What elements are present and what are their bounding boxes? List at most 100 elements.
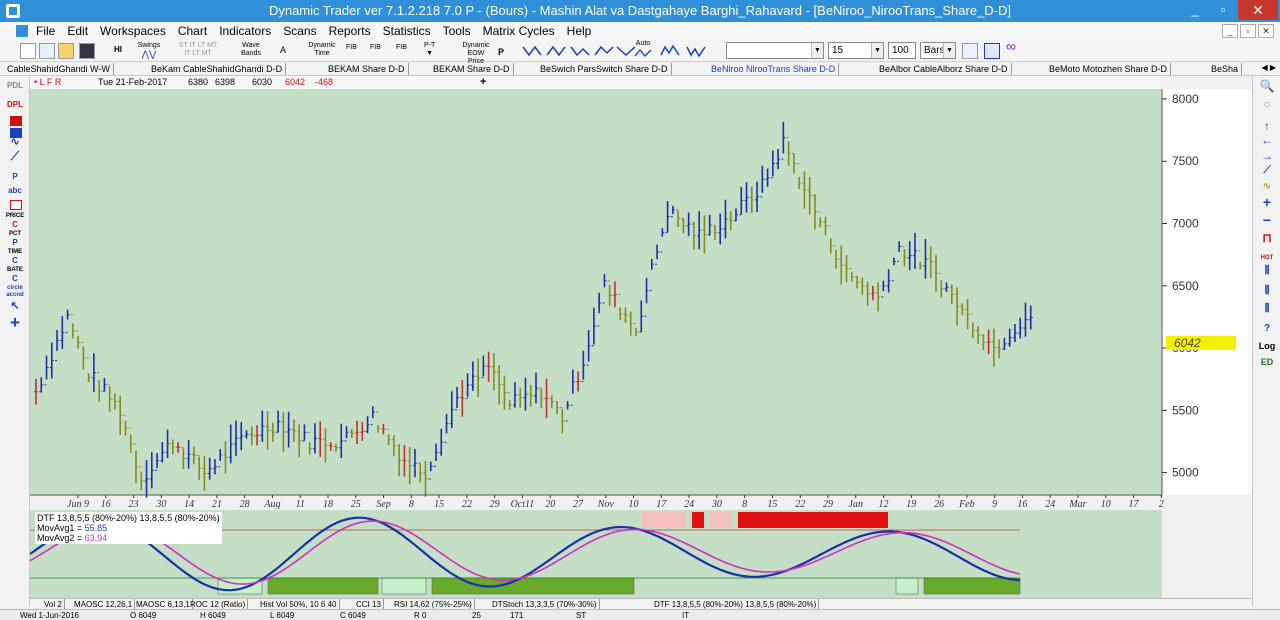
- menu-item-matrix-cycles[interactable]: Matrix Cycles: [483, 24, 555, 38]
- mdi-restore-button[interactable]: ▫: [1240, 24, 1256, 38]
- ed-tool[interactable]: ED: [1253, 358, 1280, 367]
- price-chart[interactable]: 50005500600065007000750080006042Jun 9162…: [30, 89, 1252, 509]
- dynamic-time-button[interactable]: Dynamic Time: [306, 42, 338, 60]
- red-marker-icon[interactable]: [10, 116, 22, 126]
- p-t-button[interactable]: P-T ▼: [424, 42, 435, 60]
- price-c-tool[interactable]: C: [0, 220, 30, 229]
- wave-bands-button[interactable]: Wave Bands: [236, 42, 266, 60]
- folder-icon[interactable]: [58, 43, 74, 59]
- menu-item-chart[interactable]: Chart: [178, 24, 207, 38]
- symbol-tab[interactable]: BeSwich ParsSwitch Share D-D: [537, 63, 672, 75]
- p-tool[interactable]: P: [0, 172, 30, 181]
- auto-button[interactable]: Auto: [634, 40, 652, 58]
- wave-icon[interactable]: ∿: [1253, 182, 1280, 192]
- mdi-minimize-button[interactable]: _: [1222, 24, 1238, 38]
- open-chart-icon[interactable]: [39, 43, 55, 59]
- mdi-close-button[interactable]: ✕: [1258, 24, 1274, 38]
- chart-type-combo[interactable]: Bars ▼: [920, 42, 956, 59]
- symbol-tab[interactable]: BeAlbor CableAlborz Share D-D: [876, 63, 1012, 75]
- bars-icon[interactable]: ⫼: [1253, 266, 1280, 276]
- arrow-left-icon[interactable]: ←: [1253, 134, 1280, 146]
- dpl-tool[interactable]: DPL: [0, 100, 30, 109]
- zigzag-tool-icon-1[interactable]: [522, 43, 542, 59]
- indicator-tab[interactable]: DTF 13,8,5,5 (80%-20%) 13,8,5,5 (80%-20%…: [652, 599, 820, 609]
- fib-time-button-3[interactable]: FIB: [396, 44, 407, 62]
- symbol-tab[interactable]: BeKam CableShahidGhandi D-D: [148, 63, 287, 75]
- save-icon[interactable]: [79, 43, 95, 59]
- crosshair-tool[interactable]: +: [0, 314, 30, 331]
- wave-tool-icon[interactable]: ∿: [0, 137, 30, 148]
- plus-icon[interactable]: +: [1253, 195, 1280, 209]
- menu-item-workspaces[interactable]: Workspaces: [100, 24, 166, 38]
- bate-c-tool[interactable]: C: [0, 274, 30, 283]
- zigzag-draw-icon[interactable]: ⟋: [0, 150, 30, 162]
- restore-button[interactable]: ▫: [1210, 0, 1236, 20]
- trend-icon[interactable]: ⟋: [1253, 166, 1280, 176]
- help-tool[interactable]: ?: [1253, 324, 1280, 334]
- swings-levels[interactable]: ST IT LT MT IT LT MT: [170, 42, 226, 60]
- zigzag-tool-icon-3[interactable]: [570, 43, 590, 59]
- indicator-tab[interactable]: CCI 13: [354, 599, 384, 609]
- symbol-tab[interactable]: BeMoto Motozhen Share D-D: [1046, 63, 1172, 75]
- symbol-tab[interactable]: BEKAM Share D-D: [325, 63, 409, 75]
- symbol-tab[interactable]: BeSha: [1208, 63, 1243, 75]
- zigzag-tool-icon-2[interactable]: [546, 43, 566, 59]
- log-scale-toggle[interactable]: Log: [1253, 342, 1280, 351]
- zoom-out-icon[interactable]: ○: [1253, 98, 1280, 110]
- symbol-tab[interactable]: BeNiroo NirooTrans Share D-D: [708, 63, 840, 75]
- zigzag-tool-icon-5[interactable]: [616, 43, 636, 59]
- menu-item-reports[interactable]: Reports: [329, 24, 371, 38]
- hot-tool[interactable]: HOT: [1253, 254, 1280, 263]
- layout-icon[interactable]: [962, 43, 978, 59]
- pdl-tool[interactable]: PDL: [0, 81, 30, 90]
- fib-time-button-2[interactable]: FIB: [370, 44, 381, 62]
- tab-scroll-arrows-icon[interactable]: ◀ ▶: [1261, 63, 1276, 72]
- dynamic-price-button[interactable]: Dynamic EOW Price: [456, 42, 496, 65]
- menu-item-statistics[interactable]: Statistics: [383, 24, 431, 38]
- zoom-in-icon[interactable]: 🔍: [1253, 80, 1280, 92]
- zoom-field[interactable]: 100: [888, 42, 916, 59]
- menu-item-edit[interactable]: Edit: [67, 24, 88, 38]
- menu-item-help[interactable]: Help: [567, 24, 592, 38]
- indicator-tab[interactable]: ROC 12 (Ratio): [188, 599, 249, 609]
- new-chart-icon[interactable]: [20, 43, 36, 59]
- wave-tool-icon-1[interactable]: [660, 43, 680, 59]
- zigzag-tool-icon-4[interactable]: [594, 43, 614, 59]
- time-c-tool[interactable]: C: [0, 256, 30, 265]
- minimize-button[interactable]: _: [1182, 0, 1208, 20]
- indicator-tab[interactable]: RSI 14,62 (75%-25%): [392, 599, 475, 609]
- bars-icon-3[interactable]: ⫼: [1253, 304, 1280, 314]
- menu-item-scans[interactable]: Scans: [283, 24, 316, 38]
- hi-button[interactable]: HI: [114, 46, 122, 64]
- symbol-tab[interactable]: CableShahidGhandi W-W: [4, 63, 114, 75]
- menu-item-file[interactable]: File: [36, 24, 55, 38]
- menu-item-indicators[interactable]: Indicators: [219, 24, 271, 38]
- abc-tool[interactable]: abc: [0, 186, 30, 195]
- a-button[interactable]: A: [280, 46, 286, 64]
- link-icon[interactable]: ∞: [1006, 39, 1016, 60]
- minus-icon[interactable]: −: [1253, 213, 1280, 227]
- indicator-tab[interactable]: Vol 2: [42, 599, 65, 609]
- arrow-up-icon[interactable]: ↑: [1253, 120, 1280, 132]
- symbol-tab[interactable]: BEKAM Share D-D: [430, 63, 514, 75]
- indicator-panel[interactable]: DTF 13,8,5,5 (80%-20%) 13,8,5,5 (80%-20%…: [30, 510, 1162, 598]
- indicator-tab[interactable]: DTStoch 13,3,3,5 (70%-30%): [490, 599, 600, 609]
- window-icon[interactable]: [984, 43, 1000, 59]
- cursor-icon[interactable]: ↖: [0, 301, 30, 312]
- magnet-icon[interactable]: ⊓: [1253, 232, 1280, 244]
- bars-icon-2[interactable]: ⫼: [1253, 286, 1280, 296]
- rectangle-tool-icon[interactable]: [10, 200, 22, 210]
- accnd-tool-label[interactable]: accnd: [0, 291, 30, 300]
- bars-count-combo[interactable]: 15 ▼: [828, 42, 884, 59]
- close-button[interactable]: ✕: [1238, 0, 1278, 20]
- menu-item-tools[interactable]: Tools: [443, 24, 471, 38]
- arrow-right-icon[interactable]: →: [1253, 150, 1280, 162]
- pct-p-tool[interactable]: P: [0, 238, 30, 247]
- symbol-combo[interactable]: ▼: [726, 42, 824, 59]
- swings-button[interactable]: Swings ⋀⋁: [134, 42, 164, 60]
- indicator-tab[interactable]: Hist Vol 50%, 10 6 40: [258, 599, 340, 609]
- indicator-tab[interactable]: MAOSC 6,13,1: [134, 599, 193, 609]
- fib-time-button-1[interactable]: FIB: [346, 44, 357, 62]
- wave-tool-icon-2[interactable]: [686, 43, 706, 59]
- indicator-tab[interactable]: MAOSC 12,26,1: [72, 599, 136, 609]
